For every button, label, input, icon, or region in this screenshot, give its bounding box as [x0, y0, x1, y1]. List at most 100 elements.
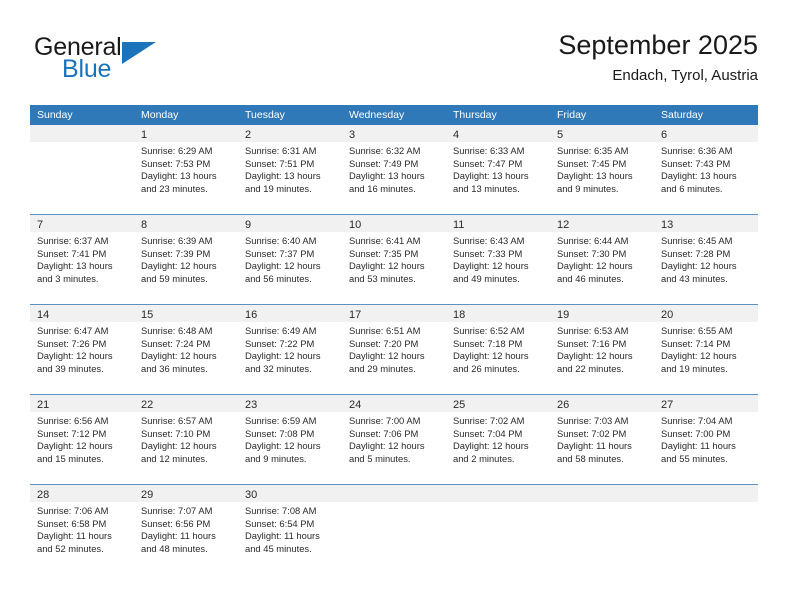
calendar-day-cell[interactable]: 12 Sunrise: 6:44 AM Sunset: 7:30 PM Dayligh… [550, 215, 654, 304]
day-detail-text: Sunrise: 6:39 AM Sunset: 7:39 PM Daylight:… [134, 232, 238, 285]
calendar-day-cell[interactable]: 8 Sunrise: 6:39 AM Sunset: 7:39 PM Daylight… [134, 215, 238, 304]
calendar-day-cell[interactable]: 11 Sunrise: 6:43 AM Sunset: 7:33 PM Dayligh… [446, 215, 550, 304]
calendar-day-cell[interactable]: 27 Sunrise: 7:04 AM Sunset: 7:00 PM Dayligh… [654, 395, 758, 484]
calendar-day-cell[interactable]: 13 Sunrise: 6:45 AM Sunset: 7:28 PM Dayligh… [654, 215, 758, 304]
day-number-band: 7 [30, 215, 134, 232]
day-detail-text: Sunrise: 6:31 AM Sunset: 7:51 PM Daylight:… [238, 142, 342, 195]
day-detail-text: Sunrise: 7:03 AM Sunset: 7:02 PM Daylight:… [550, 412, 654, 465]
day-detail-line: Sunrise: 6:43 AM [453, 235, 525, 246]
calendar-day-cell[interactable]: 19 Sunrise: 6:53 AM Sunset: 7:16 PM Dayligh… [550, 305, 654, 394]
calendar-day-cell[interactable]: 14 Sunrise: 6:47 AM Sunset: 7:26 PM Dayligh… [30, 305, 134, 394]
day-detail-line: Daylight: 12 hours [245, 350, 321, 362]
day-detail-text: Sunrise: 6:41 AM Sunset: 7:35 PM Daylight:… [342, 232, 446, 285]
day-detail-line: and 15 minutes. [37, 452, 104, 464]
calendar-day-cell[interactable]: 7 Sunrise: 6:37 AM Sunset: 7:41 PM Daylight… [30, 215, 134, 304]
calendar-day-cell[interactable]: 21 Sunrise: 6:56 AM Sunset: 7:12 PM Dayligh… [30, 395, 134, 484]
calendar-table: Sunday Monday Tuesday Wednesday Thursday… [30, 105, 758, 574]
day-detail-text: Sunrise: 6:29 AM Sunset: 7:53 PM Daylight:… [134, 142, 238, 195]
calendar-day-cell[interactable]: 20 Sunrise: 6:55 AM Sunset: 7:14 PM Dayligh… [654, 305, 758, 394]
calendar-day-cell[interactable]: 1 Sunrise: 6:29 AM Sunset: 7:53 PM Daylight… [134, 125, 238, 214]
calendar-day-cell[interactable]: 10 Sunrise: 6:41 AM Sunset: 7:35 PM Dayligh… [342, 215, 446, 304]
day-detail-line: Sunrise: 6:49 AM [245, 325, 317, 336]
day-number: 18 [453, 309, 466, 321]
day-detail-text: Sunrise: 7:04 AM Sunset: 7:00 PM Daylight:… [654, 412, 758, 465]
day-number-band: 9 [238, 215, 342, 232]
day-detail-line: Sunset: 7:30 PM [557, 247, 627, 259]
calendar-day-cell[interactable]: 4 Sunrise: 6:33 AM Sunset: 7:47 PM Daylight… [446, 125, 550, 214]
day-detail-line: Sunrise: 6:39 AM [141, 235, 213, 246]
day-detail-line: and 39 minutes. [37, 362, 104, 374]
day-detail-line: Sunset: 7:41 PM [37, 247, 107, 259]
day-detail-line: and 6 minutes. [661, 182, 723, 194]
calendar-day-cell[interactable]: 3 Sunrise: 6:32 AM Sunset: 7:49 PM Daylight… [342, 125, 446, 214]
day-detail-text: Sunrise: 7:07 AM Sunset: 6:56 PM Daylight:… [134, 502, 238, 555]
day-detail-line: and 19 minutes. [661, 362, 728, 374]
day-detail-line: Sunrise: 7:06 AM [37, 505, 109, 516]
day-number-band: 8 [134, 215, 238, 232]
day-detail-text: Sunrise: 6:40 AM Sunset: 7:37 PM Daylight:… [238, 232, 342, 285]
calendar-day-cell[interactable]: 2 Sunrise: 6:31 AM Sunset: 7:51 PM Daylight… [238, 125, 342, 214]
day-detail-line: Sunset: 7:06 PM [349, 427, 419, 439]
day-number-band: 14 [30, 305, 134, 322]
calendar-day-cell[interactable]: 25 Sunrise: 7:02 AM Sunset: 7:04 PM Dayligh… [446, 395, 550, 484]
calendar-day-cell[interactable]: 23 Sunrise: 6:59 AM Sunset: 7:08 PM Dayligh… [238, 395, 342, 484]
day-detail-line: Daylight: 13 hours [557, 170, 633, 182]
calendar-day-cell-empty [342, 485, 446, 574]
day-number-band: 21 [30, 395, 134, 412]
calendar-day-cell[interactable]: 29 Sunrise: 7:07 AM Sunset: 6:56 PM Dayligh… [134, 485, 238, 574]
calendar-day-cell[interactable]: 9 Sunrise: 6:40 AM Sunset: 7:37 PM Daylight… [238, 215, 342, 304]
day-number: 16 [245, 309, 258, 321]
day-detail-text: Sunrise: 6:37 AM Sunset: 7:41 PM Daylight:… [30, 232, 134, 285]
day-detail-line: and 3 minutes. [37, 272, 99, 284]
day-detail-line: Daylight: 11 hours [245, 530, 320, 542]
day-detail-line: Sunrise: 6:59 AM [245, 415, 317, 426]
day-detail-text: Sunrise: 6:52 AM Sunset: 7:18 PM Daylight:… [446, 322, 550, 375]
day-detail-line: and 36 minutes. [141, 362, 208, 374]
day-number: 15 [141, 309, 154, 321]
day-number-band: 23 [238, 395, 342, 412]
day-detail-line: Daylight: 11 hours [37, 530, 112, 542]
day-detail-line: Sunset: 7:33 PM [453, 247, 523, 259]
day-detail-line: Daylight: 13 hours [141, 170, 217, 182]
calendar-week-row: 7 Sunrise: 6:37 AM Sunset: 7:41 PM Daylight… [30, 214, 758, 304]
day-detail-line: Daylight: 12 hours [557, 350, 633, 362]
day-detail-line: Daylight: 12 hours [141, 260, 217, 272]
calendar-day-cell[interactable]: 16 Sunrise: 6:49 AM Sunset: 7:22 PM Dayligh… [238, 305, 342, 394]
day-detail-line: Daylight: 12 hours [349, 260, 425, 272]
day-number-band: 27 [654, 395, 758, 412]
day-detail-line: and 16 minutes. [349, 182, 416, 194]
day-detail-line: Sunrise: 7:08 AM [245, 505, 317, 516]
page-header: General Blue September 2025 Endach, Tyro… [0, 0, 792, 100]
calendar-day-cell[interactable]: 15 Sunrise: 6:48 AM Sunset: 7:24 PM Dayligh… [134, 305, 238, 394]
day-detail-text [446, 502, 550, 505]
day-detail-line: Sunset: 7:04 PM [453, 427, 523, 439]
day-detail-line: Sunrise: 6:44 AM [557, 235, 629, 246]
day-number-band: 20 [654, 305, 758, 322]
calendar-day-cell[interactable]: 26 Sunrise: 7:03 AM Sunset: 7:02 PM Dayligh… [550, 395, 654, 484]
calendar-day-cell[interactable]: 6 Sunrise: 6:36 AM Sunset: 7:43 PM Daylight… [654, 125, 758, 214]
day-detail-line: Sunset: 7:49 PM [349, 157, 419, 169]
day-number: 22 [141, 399, 154, 411]
day-number-band: 3 [342, 125, 446, 142]
day-detail-text [30, 142, 134, 145]
calendar-day-cell[interactable]: 24 Sunrise: 7:00 AM Sunset: 7:06 PM Dayligh… [342, 395, 446, 484]
calendar-day-cell[interactable]: 17 Sunrise: 6:51 AM Sunset: 7:20 PM Dayligh… [342, 305, 446, 394]
day-detail-line: Sunrise: 6:53 AM [557, 325, 629, 336]
day-detail-line: Daylight: 12 hours [453, 260, 529, 272]
day-number: 12 [557, 219, 570, 231]
calendar-day-cell[interactable]: 28 Sunrise: 7:06 AM Sunset: 6:58 PM Dayligh… [30, 485, 134, 574]
day-number: 3 [349, 129, 356, 141]
day-number: 21 [37, 399, 50, 411]
weekday-header-tuesday: Tuesday [245, 109, 285, 121]
day-detail-line: and 48 minutes. [141, 542, 208, 554]
day-number: 5 [557, 129, 564, 141]
calendar-day-cell[interactable]: 5 Sunrise: 6:35 AM Sunset: 7:45 PM Daylight… [550, 125, 654, 214]
calendar-day-cell[interactable]: 30 Sunrise: 7:08 AM Sunset: 6:54 PM Dayligh… [238, 485, 342, 574]
day-detail-line: Daylight: 13 hours [349, 170, 425, 182]
day-detail-line: Sunrise: 6:35 AM [557, 145, 629, 156]
calendar-day-cell[interactable]: 18 Sunrise: 6:52 AM Sunset: 7:18 PM Dayligh… [446, 305, 550, 394]
day-detail-line: Sunrise: 6:55 AM [661, 325, 733, 336]
calendar-day-cell[interactable]: 22 Sunrise: 6:57 AM Sunset: 7:10 PM Dayligh… [134, 395, 238, 484]
day-detail-line: Sunrise: 6:47 AM [37, 325, 109, 336]
day-number-band: 10 [342, 215, 446, 232]
